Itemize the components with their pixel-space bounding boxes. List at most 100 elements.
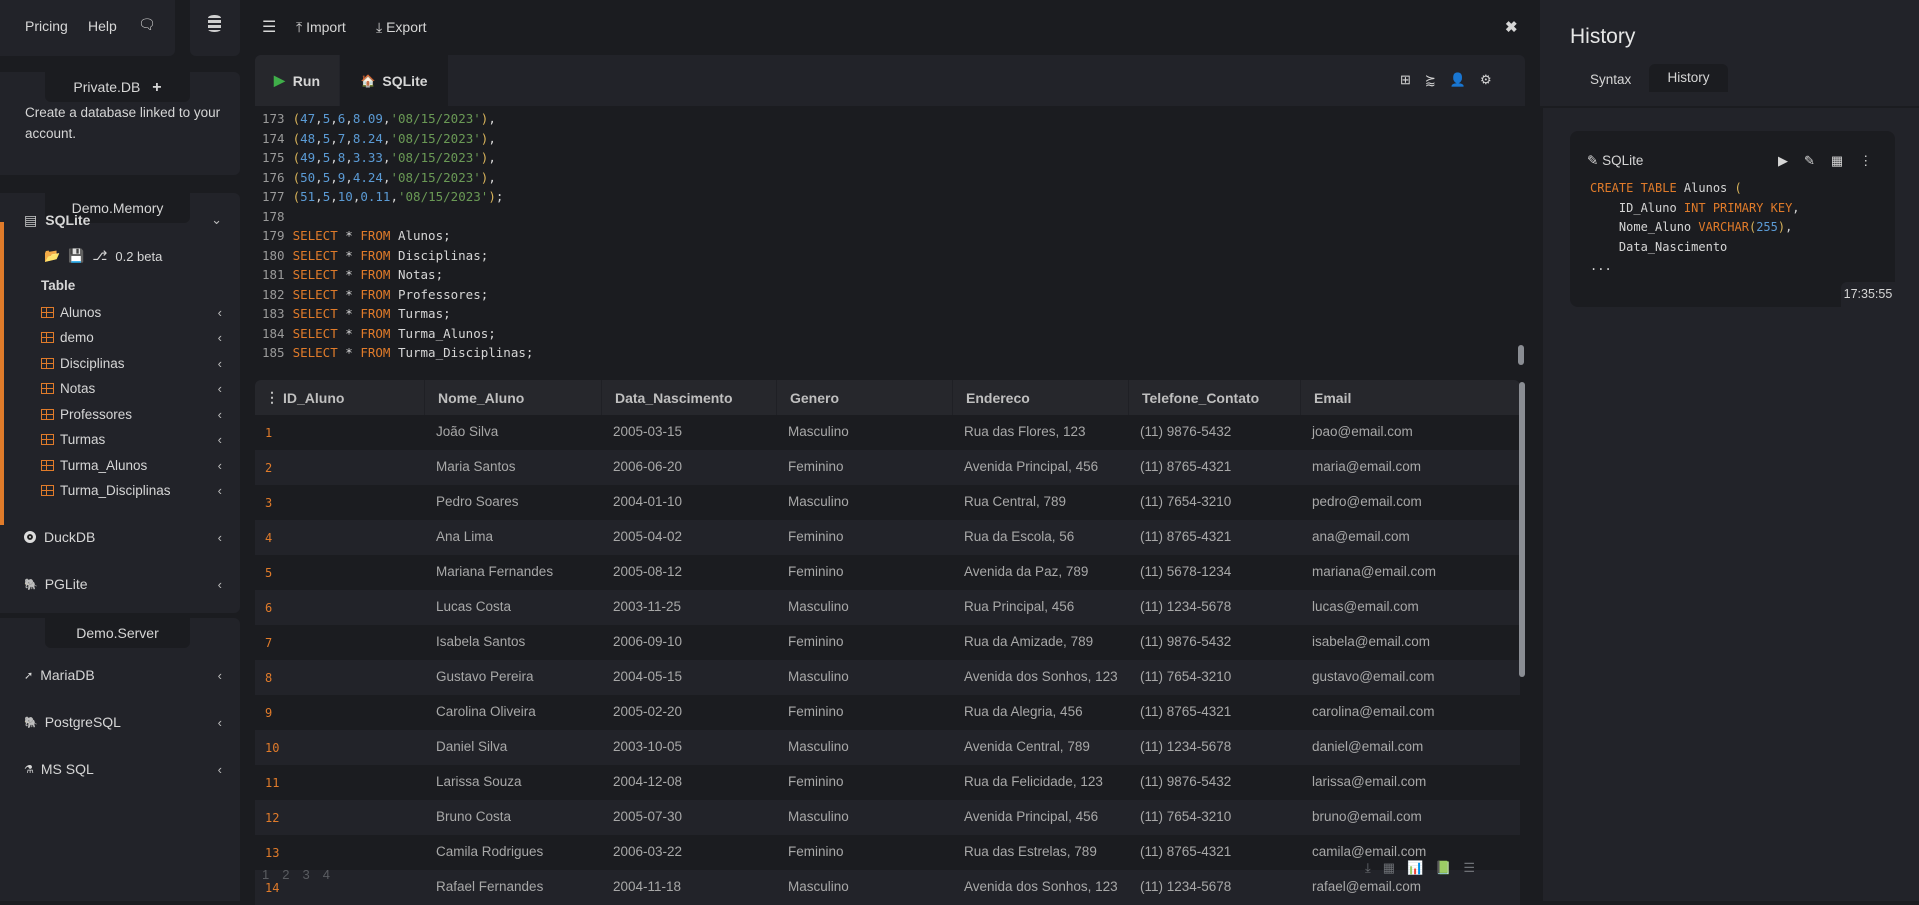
sqlite-tools: 📂 💾 ⎇ 0.2 beta (44, 248, 162, 264)
table-cell: Feminino (788, 634, 844, 649)
table-row[interactable]: 13 Camila Rodrigues 2006-03-22 Feminino Rua … (255, 835, 1520, 870)
column-header[interactable]: ID_Aluno (283, 390, 344, 406)
sidebar-item-pglite[interactable]: 🐘 PGLite ‹ (24, 570, 240, 598)
table-row[interactable]: 2 Maria Santos 2006-06-20 Feminino Avenida P… (255, 450, 1520, 485)
table-row[interactable]: 7 Isabela Santos 2006-09-10 Feminino Rua da … (255, 625, 1520, 660)
close-icon[interactable]: ✖ (1505, 18, 1518, 36)
row-id: 5 (265, 566, 273, 580)
table-row[interactable]: 10 Daniel Silva 2003-10-05 Masculino Avenida… (255, 730, 1520, 765)
code-token: Disciplinas; (390, 247, 489, 263)
sidebar-item-mssql[interactable]: ⚗ MS SQL ‹ (24, 755, 240, 783)
table-cell: (11) 7654-3210 (1140, 809, 1232, 824)
sidebar-item-sqlite[interactable]: ▤ SQLite ⌄ (24, 206, 240, 234)
sidebar-item-table[interactable]: demo ‹ (0, 325, 240, 351)
schema-icon[interactable]: ⎇ (92, 248, 107, 264)
table-row[interactable]: 3 Pedro Soares 2004-01-10 Masculino Rua Cent… (255, 485, 1520, 520)
table-row[interactable]: 4 Ana Lima 2005-04-02 Feminino Rua da Escola… (255, 520, 1520, 555)
grid-icon[interactable]: ▦ (1831, 153, 1843, 169)
code-token: SELECT (292, 345, 338, 360)
table-cell: 2004-11-18 (613, 879, 682, 894)
pricing-link[interactable]: Pricing (25, 18, 68, 34)
chevron-left-icon: ‹ (217, 761, 222, 777)
chevron-left-icon: ‹ (217, 304, 222, 320)
row-id: 3 (265, 496, 273, 510)
page-link[interactable]: 4 (323, 867, 330, 882)
import-label: Import (306, 19, 346, 35)
page-link[interactable]: 2 (282, 867, 289, 882)
table-row[interactable]: 11 Larissa Souza 2004-12-08 Feminino Rua da … (255, 765, 1520, 800)
sidebar-item-table[interactable]: Alunos ‹ (0, 299, 240, 325)
code-token: INT PRIMARY KEY (1683, 200, 1793, 215)
code-token: SELECT (292, 306, 338, 321)
row-id: 8 (265, 671, 273, 685)
table-cell: Rua da Escola, 56 (964, 529, 1075, 544)
sidebar-item-table[interactable]: Turma_Disciplinas ‹ (0, 478, 240, 504)
sidebar-item-table[interactable]: Turma_Alunos ‹ (0, 452, 240, 478)
edit-icon[interactable]: ✎ (1804, 153, 1815, 169)
history-card[interactable]: ✎ SQLite ▶ ✎ ▦ ⋮ CREATE TABLE Alunos ( I… (1570, 131, 1895, 307)
add-square-icon[interactable]: ⊞ (1400, 72, 1411, 88)
table-row[interactable]: 5 Mariana Fernandes 2005-08-12 Feminino Aven… (255, 555, 1520, 590)
add-database-icon[interactable]: + (152, 79, 161, 96)
sidebar-item-table[interactable]: Turmas ‹ (0, 427, 240, 453)
tab-history[interactable]: History (1649, 64, 1728, 92)
settings-gear-icon[interactable]: ⚙ (1480, 72, 1492, 88)
editor-scrollbar[interactable] (1518, 345, 1524, 365)
page-link[interactable]: 3 (302, 867, 309, 882)
code-line: ... (1590, 257, 1800, 277)
sqlite-icon: ▤ (24, 211, 38, 228)
chart-icon[interactable]: 📊 (1407, 860, 1423, 876)
database-button[interactable] (190, 0, 240, 56)
sidebar-item-mariadb[interactable]: ➚ MariaDB ‹ (24, 661, 240, 689)
save-icon[interactable]: 💾 (68, 248, 84, 264)
sidebar-item-table[interactable]: Disciplinas ‹ (0, 350, 240, 376)
code-token: * (337, 228, 361, 243)
code-editor[interactable]: 173 (47,5,6,8.09,'08/15/2023'), 174 (48,5,7… (262, 109, 1512, 363)
sidebar-item-table[interactable]: Professores ‹ (0, 401, 240, 427)
table-row[interactable]: 8 Gustavo Pereira 2004-05-15 Masculino Aveni… (255, 660, 1520, 695)
book-icon[interactable]: 📗 (1435, 860, 1451, 876)
column-header[interactable]: Genero (790, 390, 839, 406)
help-link[interactable]: Help (88, 18, 117, 34)
tab-syntax[interactable]: Syntax (1590, 72, 1631, 87)
column-header[interactable]: Nome_Aluno (438, 390, 524, 406)
import-button[interactable]: ⤒ Import (296, 19, 346, 36)
column-header[interactable]: Data_Nascimento (615, 390, 733, 406)
table-cell: 2005-02-20 (613, 704, 683, 719)
run-button[interactable]: ▶ Run (255, 55, 339, 106)
table-cell: lucas@email.com (1312, 599, 1419, 614)
column-header[interactable]: Telefone_Contato (1142, 390, 1259, 406)
table-row[interactable]: 9 Carolina Oliveira 2005-02-20 Feminino Rua … (255, 695, 1520, 730)
table-view-icon[interactable]: ▦ (1383, 860, 1395, 876)
table-cell: 2005-04-02 (613, 529, 683, 544)
results-scrollbar[interactable] (1519, 382, 1525, 677)
table-row[interactable]: 1 João Silva 2005-03-15 Masculino Rua das Fl… (255, 415, 1520, 450)
list-icon[interactable]: ☰ (1463, 860, 1475, 876)
sidebar-item-table[interactable]: Notas ‹ (0, 376, 240, 402)
table-cell: Pedro Soares (436, 494, 519, 509)
column-header[interactable]: Email (1314, 390, 1351, 406)
column-menu-icon[interactable]: ⋮ (265, 389, 279, 406)
sidebar-item-duckdb[interactable]: DuckDB ‹ (24, 523, 240, 551)
column-header[interactable]: Endereco (966, 390, 1030, 406)
export-button[interactable]: ⤓ Export (376, 19, 427, 36)
table-cell: Mariana Fernandes (436, 564, 554, 579)
sidebar-item-postgresql[interactable]: 🐘 PostgreSQL ‹ (24, 708, 240, 736)
more-vertical-icon[interactable]: ⋮ (1859, 153, 1872, 169)
page-link[interactable]: 1 (262, 867, 269, 882)
open-folder-icon[interactable]: 📂 (44, 248, 60, 264)
table-cell: Daniel Silva (436, 739, 508, 754)
row-id: 6 (265, 601, 273, 615)
table-row[interactable]: 1 4 Rafael Fernandes 2004-11-18 Masculino Ave… (255, 870, 1520, 905)
table-row[interactable]: 12 Bruno Costa 2005-07-30 Masculino Avenida … (255, 800, 1520, 835)
tab-sqlite[interactable]: 🏠 SQLite (340, 55, 448, 106)
table-row[interactable]: 6 Lucas Costa 2003-11-25 Masculino Rua Princ… (255, 590, 1520, 625)
chat-icon[interactable]: 🗨 (138, 16, 156, 33)
share-icon[interactable]: ⪸ (1425, 72, 1436, 88)
menu-icon[interactable]: ☰ (262, 17, 276, 37)
play-icon[interactable]: ▶ (1778, 153, 1788, 169)
user-icon[interactable]: 👤 (1450, 72, 1466, 88)
table-cell: maria@email.com (1312, 459, 1421, 474)
download-icon[interactable]: ⤓ (1365, 860, 1371, 876)
code-token: , (488, 150, 496, 165)
